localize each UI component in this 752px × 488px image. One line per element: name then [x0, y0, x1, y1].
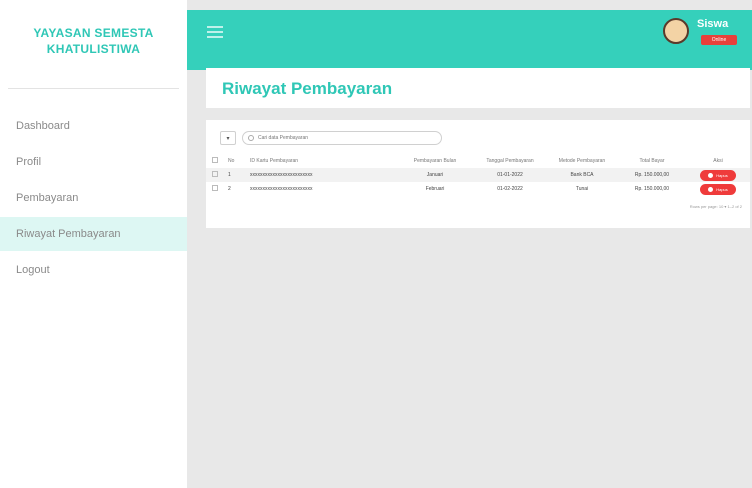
sidebar-item-riwayat-pembayaran[interactable]: Riwayat Pembayaran: [0, 217, 187, 251]
student-avatar-icon[interactable]: [663, 18, 689, 44]
cell-bulan: Januari: [396, 168, 474, 182]
cell-metode: Bank BCA: [546, 168, 618, 182]
column-header-total[interactable]: Total Bayar: [618, 154, 686, 168]
column-header-metode[interactable]: Metode Pembayaran: [546, 154, 618, 168]
brand-divider: [8, 88, 179, 89]
cell-no: 1: [224, 168, 246, 182]
cell-id: xxxxxxxxxxxxxxxxxxxxxxxxx: [246, 168, 396, 182]
payment-history-table: No ID Kartu Pembayaran Pembayaran Bulan …: [206, 154, 750, 196]
delete-label: Hapus: [716, 172, 728, 178]
cell-no: 2: [228, 186, 231, 192]
delete-button[interactable]: Hapus: [700, 183, 736, 195]
column-header-no[interactable]: No: [224, 154, 246, 168]
sidebar-item-profil[interactable]: Profil: [0, 145, 187, 179]
sidebar-item-dashboard[interactable]: Dashboard: [0, 109, 187, 143]
user-name[interactable]: Siswa: [697, 18, 728, 30]
cell-bulan: Februari: [425, 186, 445, 192]
page-title-card: Riwayat Pembayaran: [206, 68, 750, 108]
sidebar-menu: Dashboard Profil Pembayaran Riwayat Pemb…: [0, 109, 187, 287]
column-header-bulan[interactable]: Pembayaran Bulan: [396, 154, 474, 168]
sidebar: YAYASAN SEMESTA KHATULISTIWA Dashboard P…: [0, 0, 187, 488]
cell-metode: Tunai: [575, 186, 589, 192]
cell-tanggal: 01-01-2022: [474, 168, 546, 182]
delete-label: Hapus: [716, 186, 728, 192]
select-all-checkbox[interactable]: [206, 154, 224, 168]
cell-id: xxxxxxxxxxxxxxxxxxxxxxxxx: [250, 186, 313, 192]
column-header-aksi: Aksi: [713, 158, 723, 164]
table-header-row: No ID Kartu Pembayaran Pembayaran Bulan …: [206, 154, 750, 168]
user-status-badge: Online: [701, 35, 737, 45]
cell-aksi: Hapus: [686, 182, 750, 196]
search-input[interactable]: [258, 135, 438, 141]
entries-select[interactable]: ▾: [220, 131, 236, 145]
page-title: Riwayat Pembayaran: [222, 79, 393, 98]
brand-logo-text: YAYASAN SEMESTA KHATULISTIWA: [0, 0, 187, 82]
delete-icon: [708, 172, 714, 178]
cell-aksi: Hapus: [686, 168, 750, 182]
row-checkbox[interactable]: [206, 168, 224, 182]
brand-line-1: YAYASAN SEMESTA: [33, 26, 154, 40]
sidebar-item-logout[interactable]: Logout: [0, 253, 187, 287]
column-header-tanggal[interactable]: Tanggal Pembayaran: [474, 154, 546, 168]
sidebar-item-pembayaran[interactable]: Pembayaran: [0, 181, 187, 215]
table-row[interactable]: 1 xxxxxxxxxxxxxxxxxxxxxxxxx Januari 01-0…: [206, 168, 750, 182]
top-bar: Siswa Online: [187, 10, 752, 70]
table-pagination[interactable]: Rows per page: 10 ▾ 1–2 of 2: [690, 204, 742, 209]
brand-line-2: KHATULISTIWA: [46, 42, 141, 56]
search-icon: [248, 135, 254, 141]
table-row[interactable]: 2 xxxxxxxxxxxxxxxxxxxxxxxxx Februari 01-…: [206, 182, 750, 196]
table-toolbar: ▾: [220, 131, 442, 145]
cell-total: Rp. 150.000,00: [618, 168, 686, 182]
search-box[interactable]: [242, 131, 442, 145]
column-header-id[interactable]: ID Kartu Pembayaran: [246, 154, 396, 168]
hamburger-icon[interactable]: [207, 26, 223, 38]
delete-icon: [708, 186, 714, 192]
history-table-card: ▾ No ID Kartu Pembayaran Pembayaran Bula…: [206, 120, 750, 228]
row-checkbox[interactable]: [206, 182, 224, 196]
delete-button[interactable]: Hapus: [700, 169, 736, 181]
cell-tanggal: 01-02-2022: [497, 186, 523, 192]
cell-total: Rp. 150.000,00: [634, 186, 670, 192]
